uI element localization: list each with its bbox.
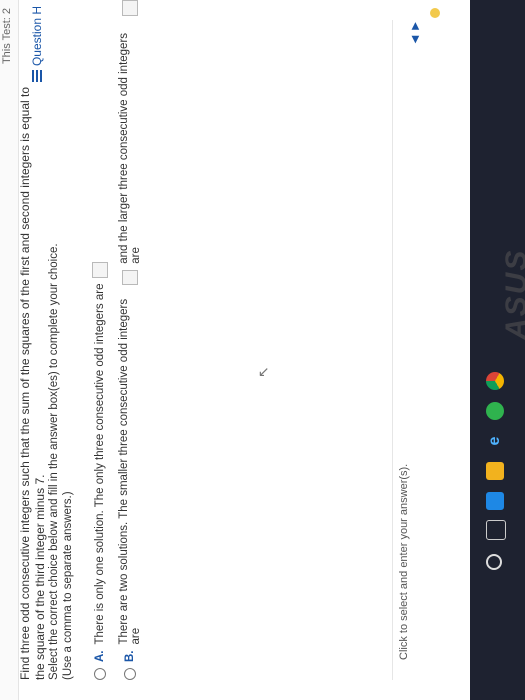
question-page: This Test: 2 Question H Find three odd c… [0,0,470,700]
choice-b-text-1: There are two solutions. The smaller thr… [118,298,142,645]
choice-b-radio[interactable] [124,668,136,680]
question-help-label: Question H [30,6,44,67]
choice-a-answer-box[interactable] [92,261,108,278]
header-strip: This Test: 2 [0,0,19,700]
choice-a[interactable]: A. There is only one solution. The only … [92,261,108,680]
task-view-icon[interactable] [486,520,506,540]
choice-b-smaller-box[interactable] [122,269,138,286]
footer-divider [392,20,393,680]
problem-text: Find three odd consecutive integers such… [18,86,47,680]
choice-b[interactable]: B. There are two solutions. The smaller … [118,0,142,680]
help-icon[interactable] [430,8,440,18]
test-title: This Test: 2 [1,8,13,65]
chrome-icon[interactable] [486,372,504,390]
rotated-screen: This Test: 2 Question H Find three odd c… [0,0,525,700]
choice-b-letter: B. [124,650,136,663]
green-app-icon[interactable] [486,402,504,420]
choice-b-text-2: and the larger three consecutive odd int… [118,32,142,264]
footer-hint: Click to select and enter your answer(s)… [398,463,410,660]
choice-b-larger-box[interactable] [122,0,138,16]
asus-logo: ASUS [500,248,525,340]
mouse-cursor-icon: ↖ [255,366,271,378]
taskbar: e [470,0,525,700]
choice-a-text: There is only one solution. The only thr… [94,283,106,645]
start-icon[interactable] [486,554,502,570]
nav-left-icon[interactable]: ◀ [410,36,421,44]
note-text: (Use a comma to separate answers.) [62,491,74,680]
nav-arrows[interactable]: ◀ ▶ [410,22,421,43]
nav-right-icon[interactable]: ▶ [410,22,421,30]
choice-a-radio[interactable] [94,668,106,680]
choice-a-letter: A. [94,650,106,663]
folder-icon[interactable] [486,462,504,480]
ie-icon[interactable]: e [486,432,504,450]
edge-icon[interactable] [486,492,504,510]
instruction-text: Select the correct choice below and fill… [48,243,60,680]
